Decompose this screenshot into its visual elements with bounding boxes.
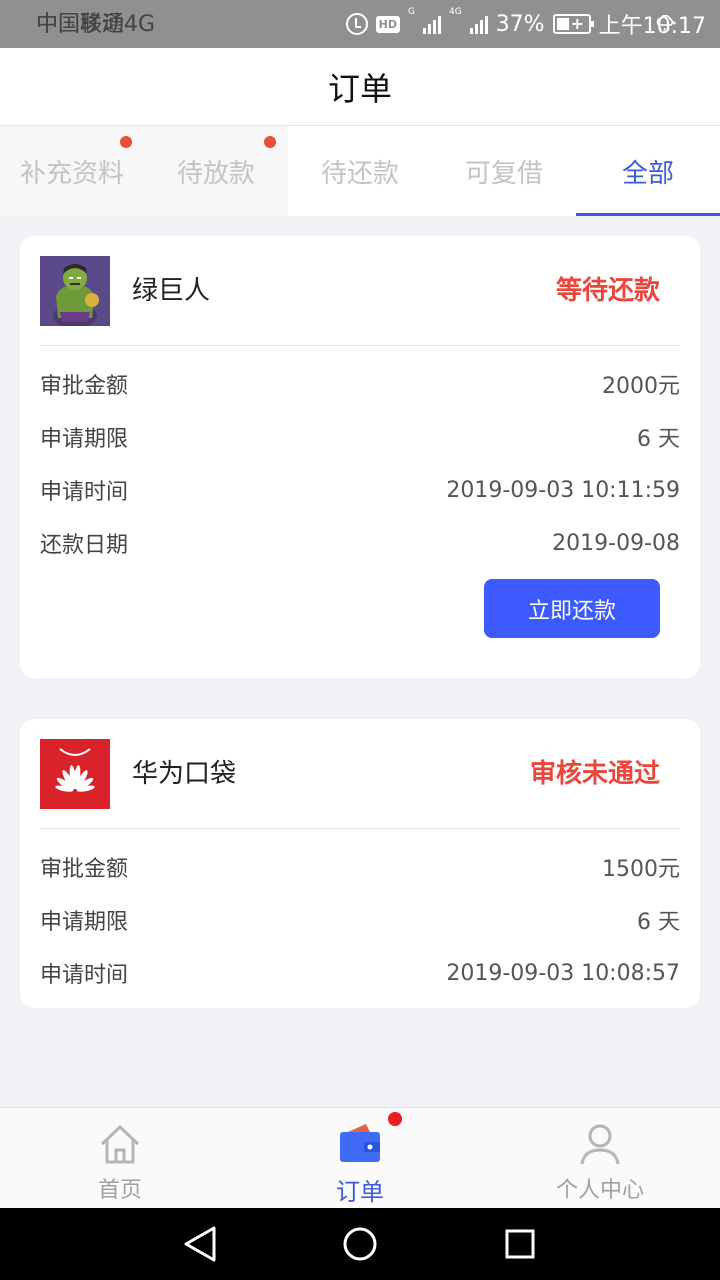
tab-label: 可复借 xyxy=(464,158,543,189)
home-circle-icon[interactable] xyxy=(320,1208,400,1280)
nav-label: 首页 xyxy=(97,1178,142,1203)
hulk-app-logo-icon xyxy=(40,256,110,326)
tab-reborrow[interactable]: 可复借 xyxy=(432,126,576,216)
wallet-icon xyxy=(340,1124,380,1162)
status-bar: 中国联通 中国移动4G HD G 4G 37% + 上午10:17 xyxy=(0,0,720,48)
detail-value: 2019-09-03 10:08:57 xyxy=(446,960,680,986)
detail-row: 申请时间 2019-09-03 10:11:59 xyxy=(40,470,680,510)
detail-row: 申请期限 6 天 xyxy=(40,417,680,457)
carrier-2: 中国移动4G xyxy=(36,11,156,37)
detail-value: 1500元 xyxy=(602,857,680,882)
detail-row: 申请时间 2019-09-03 10:08:57 xyxy=(40,953,680,993)
order-card[interactable]: 华为口袋 审核未通过 审批金额 1500元 申请期限 6 天 申请时间 2019… xyxy=(20,719,700,1008)
tab-label: 补充资料 xyxy=(19,158,124,189)
nav-label: 个人中心 xyxy=(555,1178,644,1203)
header: 订单 xyxy=(0,48,720,126)
status-icons: HD G 4G 37% + 上午10:17 xyxy=(345,7,706,40)
tab-all[interactable]: 全部 xyxy=(576,126,720,216)
detail-row: 申请期限 6 天 xyxy=(40,900,680,940)
detail-value: 2019-09-08 xyxy=(552,530,680,556)
clock: 上午10:17 xyxy=(598,14,706,39)
detail-value: 6 天 xyxy=(637,910,680,935)
app-name: 绿巨人 xyxy=(132,276,211,306)
recent-apps-icon[interactable] xyxy=(480,1208,560,1280)
back-icon[interactable] xyxy=(160,1208,240,1280)
nav-label: 订单 xyxy=(336,1178,384,1206)
battery-percent: 37% xyxy=(495,11,545,37)
order-card-header: 绿巨人 等待还款 xyxy=(40,256,680,346)
detail-row: 审批金额 1500元 xyxy=(40,847,680,887)
signal-2-label: 4G xyxy=(448,7,462,17)
detail-value: 6 天 xyxy=(637,427,680,452)
signal-1-label: G xyxy=(408,7,415,17)
order-status: 审核未通过 xyxy=(529,759,660,789)
repay-now-button[interactable]: 立即还款 xyxy=(484,579,660,638)
detail-row: 还款日期 2019-09-08 xyxy=(40,523,680,563)
huawei-pocket-logo-icon xyxy=(40,739,110,809)
detail-label: 审批金额 xyxy=(40,857,129,882)
detail-label: 申请时间 xyxy=(40,480,129,505)
app-name: 华为口袋 xyxy=(132,759,237,789)
tab-pending-loan[interactable]: 待放款 xyxy=(144,126,288,216)
home-icon xyxy=(100,1125,140,1164)
order-tabs: 补充资料 待放款 待还款 可复借 全部 xyxy=(0,126,720,216)
tab-label: 全部 xyxy=(621,158,674,189)
detail-value: 2000元 xyxy=(602,374,680,399)
detail-value: 2019-09-03 10:11:59 xyxy=(446,477,680,503)
detail-row: 审批金额 2000元 xyxy=(40,364,680,404)
detail-label: 审批金额 xyxy=(40,374,129,399)
page-title: 订单 xyxy=(327,69,392,108)
nav-orders[interactable]: 订单 xyxy=(240,1108,480,1208)
tab-badge-dot xyxy=(264,136,276,148)
tab-badge-dot xyxy=(120,136,132,148)
nav-profile[interactable]: 个人中心 xyxy=(480,1108,720,1208)
tab-label: 待还款 xyxy=(320,158,399,189)
battery-icon: + xyxy=(552,14,594,34)
detail-label: 申请期限 xyxy=(40,910,129,935)
nav-badge-dot xyxy=(388,1112,402,1126)
detail-label: 还款日期 xyxy=(40,533,129,558)
detail-label: 申请期限 xyxy=(40,427,129,452)
order-status: 等待还款 xyxy=(555,276,660,306)
order-card[interactable]: 绿巨人 等待还款 审批金额 2000元 申请期限 6 天 申请时间 2019-0… xyxy=(20,236,700,678)
tab-pending-repay[interactable]: 待还款 xyxy=(288,126,432,216)
hd-icon: HD xyxy=(375,15,400,33)
nav-home[interactable]: 首页 xyxy=(0,1108,240,1208)
tab-supplement-info[interactable]: 补充资料 xyxy=(0,126,144,216)
signal-2-icon xyxy=(469,14,488,34)
tab-label: 待放款 xyxy=(176,158,255,189)
system-nav-bar xyxy=(0,1208,720,1280)
signal-1-icon xyxy=(422,14,441,34)
alarm-icon xyxy=(345,13,368,35)
order-card-header: 华为口袋 审核未通过 xyxy=(40,739,680,829)
detail-label: 申请时间 xyxy=(40,963,129,988)
bottom-nav: 首页 订单 个人中心 xyxy=(0,1107,720,1208)
user-icon xyxy=(580,1124,620,1165)
